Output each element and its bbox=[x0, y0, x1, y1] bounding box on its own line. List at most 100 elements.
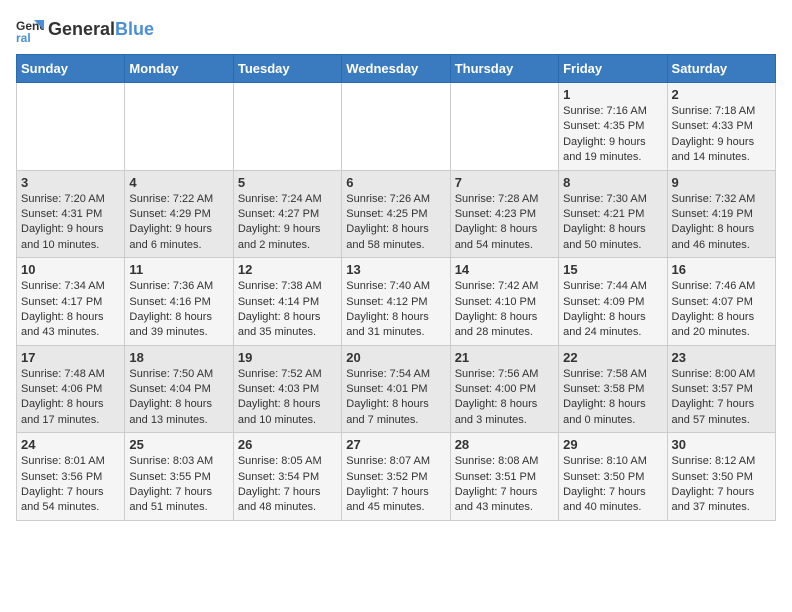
calendar-cell: 12 Sunrise: 7:38 AM Sunset: 4:14 PM Dayli… bbox=[233, 258, 341, 346]
calendar-cell: 29 Sunrise: 8:10 AM Sunset: 3:50 PM Dayli… bbox=[559, 433, 667, 521]
day-number: 30 bbox=[672, 437, 771, 452]
day-info: Sunrise: 8:03 AM Sunset: 3:55 PM Dayligh… bbox=[129, 454, 228, 516]
calendar-cell: 6 Sunrise: 7:26 AM Sunset: 4:25 PM Daylig… bbox=[342, 170, 450, 258]
calendar-cell: 10Sunrise: 7:34 AM Sunset: 4:17 PM Dayli… bbox=[17, 258, 125, 346]
calendar-header-saturday: Saturday bbox=[667, 55, 775, 83]
day-number: 27 bbox=[346, 437, 445, 452]
day-info: Sunrise: 7:46 AM Sunset: 4:07 PM Dayligh… bbox=[672, 279, 771, 341]
day-info: Sunrise: 7:32 AM Sunset: 4:19 PM Dayligh… bbox=[672, 192, 771, 254]
day-info: Sunrise: 7:56 AM Sunset: 4:00 PM Dayligh… bbox=[455, 367, 554, 429]
day-info: Sunrise: 8:10 AM Sunset: 3:50 PM Dayligh… bbox=[563, 454, 662, 516]
calendar-cell: 25 Sunrise: 8:03 AM Sunset: 3:55 PM Dayli… bbox=[125, 433, 233, 521]
day-number: 19 bbox=[238, 350, 337, 365]
calendar-cell: 22 Sunrise: 7:58 AM Sunset: 3:58 PM Dayli… bbox=[559, 345, 667, 433]
calendar-week-1: 1 Sunrise: 7:16 AM Sunset: 4:35 PM Daylig… bbox=[17, 83, 776, 171]
calendar-cell: 19Sunrise: 7:52 AM Sunset: 4:03 PM Dayli… bbox=[233, 345, 341, 433]
calendar-week-4: 17 Sunrise: 7:48 AM Sunset: 4:06 PM Dayli… bbox=[17, 345, 776, 433]
svg-text:ral: ral bbox=[16, 31, 31, 44]
day-info: Sunrise: 7:42 AM Sunset: 4:10 PM Dayligh… bbox=[455, 279, 554, 341]
calendar-cell: 24 Sunrise: 8:01 AM Sunset: 3:56 PM Dayli… bbox=[17, 433, 125, 521]
calendar-header-tuesday: Tuesday bbox=[233, 55, 341, 83]
day-info: Sunrise: 7:20 AM Sunset: 4:31 PM Dayligh… bbox=[21, 192, 120, 254]
day-info: Sunrise: 7:26 AM Sunset: 4:25 PM Dayligh… bbox=[346, 192, 445, 254]
calendar-header-sunday: Sunday bbox=[17, 55, 125, 83]
calendar-cell: 18 Sunrise: 7:50 AM Sunset: 4:04 PM Dayli… bbox=[125, 345, 233, 433]
logo-icon: Gene ral bbox=[16, 16, 44, 44]
calendar-cell: 8 Sunrise: 7:30 AM Sunset: 4:21 PM Daylig… bbox=[559, 170, 667, 258]
day-number: 21 bbox=[455, 350, 554, 365]
calendar-cell: 11 Sunrise: 7:36 AM Sunset: 4:16 PM Dayli… bbox=[125, 258, 233, 346]
day-number: 12 bbox=[238, 262, 337, 277]
calendar-header-thursday: Thursday bbox=[450, 55, 558, 83]
day-info: Sunrise: 7:18 AM Sunset: 4:33 PM Dayligh… bbox=[672, 104, 771, 166]
day-number: 6 bbox=[346, 175, 445, 190]
calendar-cell: 28 Sunrise: 8:08 AM Sunset: 3:51 PM Dayli… bbox=[450, 433, 558, 521]
day-info: Sunrise: 8:00 AM Sunset: 3:57 PM Dayligh… bbox=[672, 367, 771, 429]
day-info: Sunrise: 8:12 AM Sunset: 3:50 PM Dayligh… bbox=[672, 454, 771, 516]
day-number: 8 bbox=[563, 175, 662, 190]
calendar-cell: 7 Sunrise: 7:28 AM Sunset: 4:23 PM Daylig… bbox=[450, 170, 558, 258]
day-info: Sunrise: 7:38 AM Sunset: 4:14 PM Dayligh… bbox=[238, 279, 337, 341]
calendar-cell bbox=[233, 83, 341, 171]
day-number: 20 bbox=[346, 350, 445, 365]
calendar-cell: 2Sunrise: 7:18 AM Sunset: 4:33 PM Daylig… bbox=[667, 83, 775, 171]
day-info: Sunrise: 7:44 AM Sunset: 4:09 PM Dayligh… bbox=[563, 279, 662, 341]
calendar-header-friday: Friday bbox=[559, 55, 667, 83]
day-number: 28 bbox=[455, 437, 554, 452]
calendar-cell bbox=[17, 83, 125, 171]
calendar-header-monday: Monday bbox=[125, 55, 233, 83]
day-number: 17 bbox=[21, 350, 120, 365]
day-info: Sunrise: 7:28 AM Sunset: 4:23 PM Dayligh… bbox=[455, 192, 554, 254]
day-number: 25 bbox=[129, 437, 228, 452]
day-number: 14 bbox=[455, 262, 554, 277]
calendar-cell: 5 Sunrise: 7:24 AM Sunset: 4:27 PM Daylig… bbox=[233, 170, 341, 258]
day-info: Sunrise: 7:58 AM Sunset: 3:58 PM Dayligh… bbox=[563, 367, 662, 429]
calendar-cell bbox=[450, 83, 558, 171]
calendar-cell: 23 Sunrise: 8:00 AM Sunset: 3:57 PM Dayli… bbox=[667, 345, 775, 433]
day-number: 13 bbox=[346, 262, 445, 277]
day-number: 18 bbox=[129, 350, 228, 365]
day-info: Sunrise: 7:36 AM Sunset: 4:16 PM Dayligh… bbox=[129, 279, 228, 341]
day-number: 24 bbox=[21, 437, 120, 452]
calendar-cell: 9Sunrise: 7:32 AM Sunset: 4:19 PM Daylig… bbox=[667, 170, 775, 258]
calendar-cell: 13Sunrise: 7:40 AM Sunset: 4:12 PM Dayli… bbox=[342, 258, 450, 346]
day-number: 22 bbox=[563, 350, 662, 365]
header: Gene ral GeneralBlue bbox=[16, 16, 776, 44]
day-number: 1 bbox=[563, 87, 662, 102]
day-info: Sunrise: 7:50 AM Sunset: 4:04 PM Dayligh… bbox=[129, 367, 228, 429]
calendar-cell: 16Sunrise: 7:46 AM Sunset: 4:07 PM Dayli… bbox=[667, 258, 775, 346]
calendar-cell: 15 Sunrise: 7:44 AM Sunset: 4:09 PM Dayli… bbox=[559, 258, 667, 346]
day-info: Sunrise: 8:05 AM Sunset: 3:54 PM Dayligh… bbox=[238, 454, 337, 516]
day-number: 5 bbox=[238, 175, 337, 190]
day-number: 23 bbox=[672, 350, 771, 365]
calendar-cell: 21 Sunrise: 7:56 AM Sunset: 4:00 PM Dayli… bbox=[450, 345, 558, 433]
day-number: 26 bbox=[238, 437, 337, 452]
day-info: Sunrise: 7:16 AM Sunset: 4:35 PM Dayligh… bbox=[563, 104, 662, 166]
calendar-cell: 14 Sunrise: 7:42 AM Sunset: 4:10 PM Dayli… bbox=[450, 258, 558, 346]
day-number: 29 bbox=[563, 437, 662, 452]
day-number: 3 bbox=[21, 175, 120, 190]
calendar-cell bbox=[342, 83, 450, 171]
calendar-cell: 1 Sunrise: 7:16 AM Sunset: 4:35 PM Daylig… bbox=[559, 83, 667, 171]
day-info: Sunrise: 7:30 AM Sunset: 4:21 PM Dayligh… bbox=[563, 192, 662, 254]
calendar-cell bbox=[125, 83, 233, 171]
day-number: 15 bbox=[563, 262, 662, 277]
calendar-cell: 3 Sunrise: 7:20 AM Sunset: 4:31 PM Daylig… bbox=[17, 170, 125, 258]
calendar-week-3: 10Sunrise: 7:34 AM Sunset: 4:17 PM Dayli… bbox=[17, 258, 776, 346]
day-info: Sunrise: 7:48 AM Sunset: 4:06 PM Dayligh… bbox=[21, 367, 120, 429]
calendar-week-5: 24 Sunrise: 8:01 AM Sunset: 3:56 PM Dayli… bbox=[17, 433, 776, 521]
day-info: Sunrise: 7:24 AM Sunset: 4:27 PM Dayligh… bbox=[238, 192, 337, 254]
day-info: Sunrise: 7:34 AM Sunset: 4:17 PM Dayligh… bbox=[21, 279, 120, 341]
day-number: 11 bbox=[129, 262, 228, 277]
day-info: Sunrise: 8:08 AM Sunset: 3:51 PM Dayligh… bbox=[455, 454, 554, 516]
calendar-week-2: 3 Sunrise: 7:20 AM Sunset: 4:31 PM Daylig… bbox=[17, 170, 776, 258]
day-number: 7 bbox=[455, 175, 554, 190]
calendar-cell: 4Sunrise: 7:22 AM Sunset: 4:29 PM Daylig… bbox=[125, 170, 233, 258]
day-info: Sunrise: 8:01 AM Sunset: 3:56 PM Dayligh… bbox=[21, 454, 120, 516]
calendar-cell: 30 Sunrise: 8:12 AM Sunset: 3:50 PM Dayli… bbox=[667, 433, 775, 521]
calendar-cell: 27Sunrise: 8:07 AM Sunset: 3:52 PM Dayli… bbox=[342, 433, 450, 521]
calendar-cell: 17 Sunrise: 7:48 AM Sunset: 4:06 PM Dayli… bbox=[17, 345, 125, 433]
logo: Gene ral GeneralBlue bbox=[16, 16, 154, 44]
day-info: Sunrise: 7:54 AM Sunset: 4:01 PM Dayligh… bbox=[346, 367, 445, 429]
day-number: 4 bbox=[129, 175, 228, 190]
